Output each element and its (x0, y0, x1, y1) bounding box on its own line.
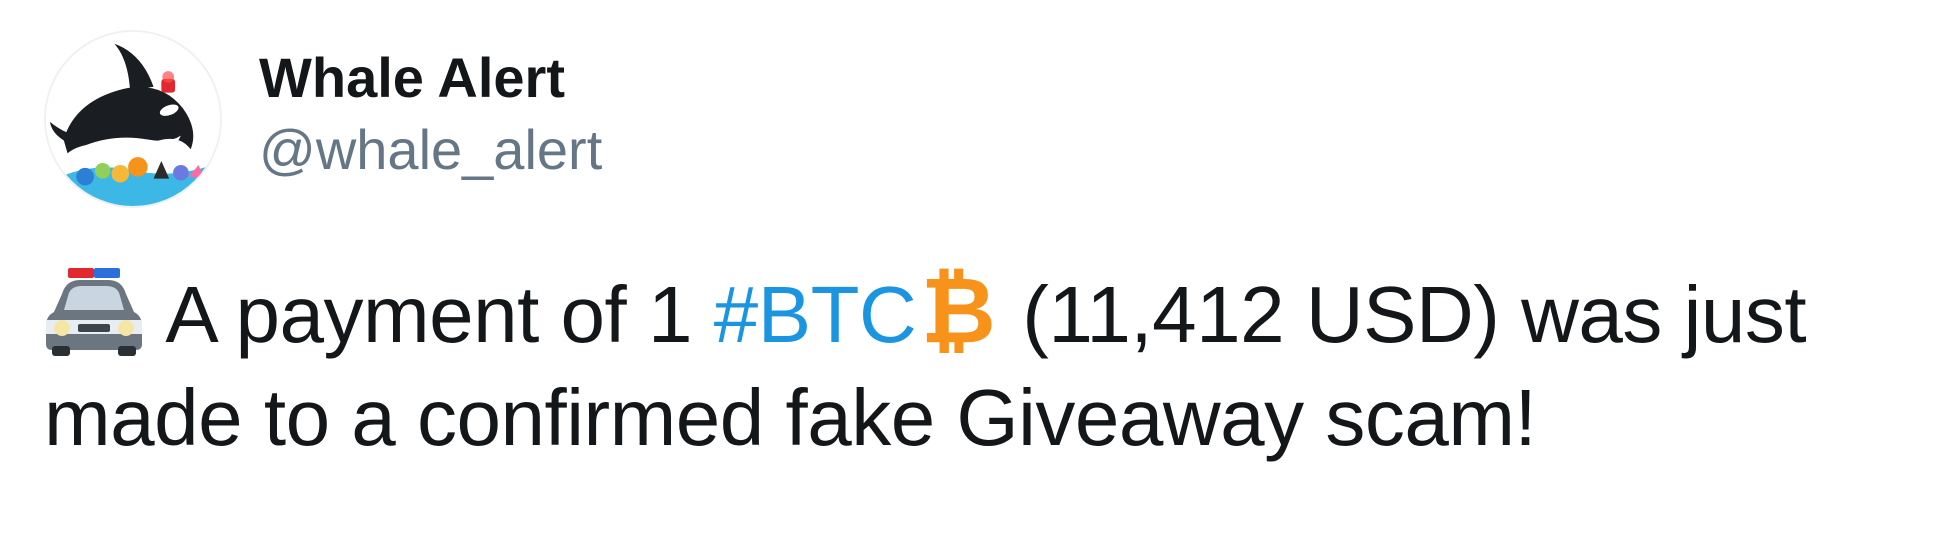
author-handle[interactable]: @whale_alert (259, 117, 602, 183)
bitcoin-icon: ₿ (918, 262, 998, 358)
avatar[interactable] (44, 30, 222, 208)
tweet-card: Whale Alert @whale_alert A payment of 1 … (0, 0, 1956, 540)
tweet-text-after-hashtag: (11,412 USD) was just (1022, 270, 1807, 359)
tweet-text-line-2: made to a confirmed fake Giveaway scam! (44, 373, 1537, 462)
hashtag-btc-link[interactable]: #BTC (714, 270, 917, 359)
tweet-text: A payment of 1 #BTC ₿ (11,412 USD) was j… (44, 262, 1934, 470)
svg-text:₿: ₿ (921, 262, 995, 358)
orca-whale-logo-icon (46, 32, 220, 206)
author-display-name[interactable]: Whale Alert (259, 45, 565, 111)
tweet-text-line-1: A payment of 1 #BTC ₿ (11,412 USD) was j… (44, 262, 1934, 366)
tweet-text-before-hashtag: A payment of 1 (165, 270, 714, 359)
police-car-icon (44, 264, 144, 356)
